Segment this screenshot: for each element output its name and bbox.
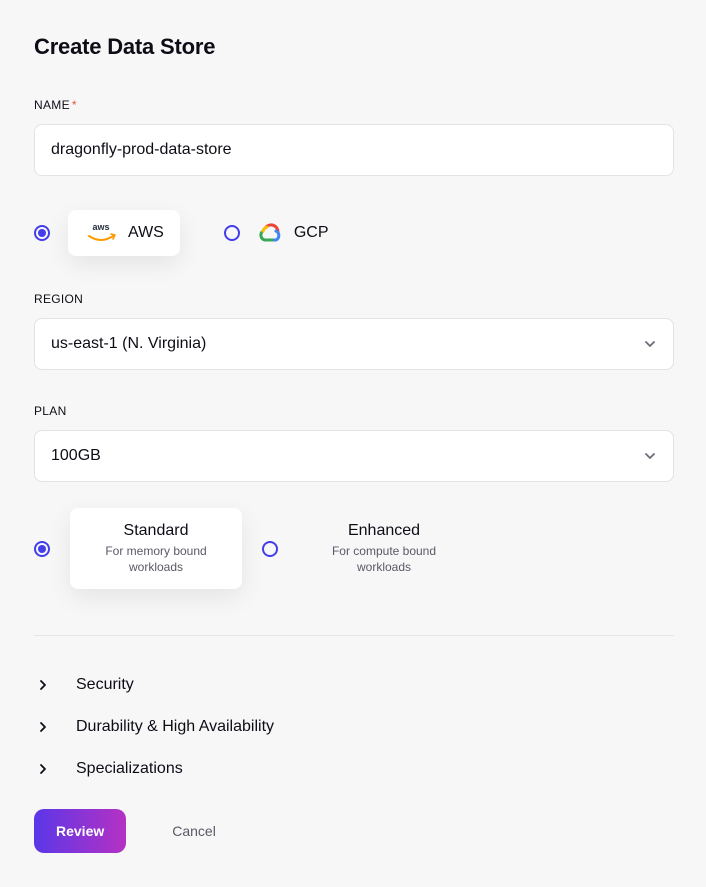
name-label: NAME [34, 98, 70, 112]
chevron-right-icon [34, 763, 52, 775]
svg-text:aws: aws [92, 222, 109, 232]
aws-radio[interactable] [34, 225, 50, 241]
accordion-label: Specializations [76, 760, 183, 778]
enhanced-title: Enhanced [308, 522, 460, 540]
name-field-block: NAME* [34, 98, 672, 176]
cloud-provider-row: aws AWS GCP [34, 210, 672, 256]
region-label: REGION [34, 292, 672, 306]
plan-field-block: PLAN 100GB [34, 404, 672, 482]
aws-icon: aws [84, 222, 118, 244]
chevron-down-icon [643, 337, 657, 351]
review-button[interactable]: Review [34, 809, 126, 853]
divider [34, 635, 674, 636]
chevron-right-icon [34, 679, 52, 691]
accordion: Security Durability & High Availability … [34, 664, 672, 790]
cancel-button[interactable]: Cancel [172, 823, 216, 839]
required-marker: * [72, 98, 77, 112]
aws-option[interactable]: aws AWS [68, 210, 180, 256]
tier-row: Standard For memory bound workloads Enha… [34, 508, 672, 589]
standard-option[interactable]: Standard For memory bound workloads [70, 508, 242, 589]
page-title: Create Data Store [34, 34, 672, 60]
enhanced-radio[interactable] [262, 541, 278, 557]
chevron-right-icon [34, 721, 52, 733]
aws-label: AWS [128, 224, 164, 242]
standard-radio[interactable] [34, 541, 50, 557]
gcp-icon [258, 223, 282, 243]
name-label-row: NAME* [34, 98, 672, 112]
enhanced-subtitle: For compute bound workloads [308, 544, 460, 575]
standard-title: Standard [80, 522, 232, 540]
chevron-down-icon [643, 449, 657, 463]
accordion-label: Durability & High Availability [76, 718, 274, 736]
plan-select[interactable]: 100GB [34, 430, 674, 482]
enhanced-option[interactable]: Enhanced For compute bound workloads [298, 508, 470, 589]
accordion-item-specializations[interactable]: Specializations [34, 748, 674, 790]
plan-label: PLAN [34, 404, 672, 418]
standard-subtitle: For memory bound workloads [80, 544, 232, 575]
plan-value: 100GB [51, 447, 101, 465]
gcp-radio[interactable] [224, 225, 240, 241]
region-value: us-east-1 (N. Virginia) [51, 335, 206, 353]
gcp-option[interactable]: GCP [258, 213, 329, 253]
accordion-item-security[interactable]: Security [34, 664, 674, 706]
name-input[interactable] [34, 124, 674, 176]
accordion-label: Security [76, 676, 134, 694]
region-select[interactable]: us-east-1 (N. Virginia) [34, 318, 674, 370]
accordion-item-durability[interactable]: Durability & High Availability [34, 706, 674, 748]
footer: Review Cancel [34, 809, 216, 853]
region-field-block: REGION us-east-1 (N. Virginia) [34, 292, 672, 370]
gcp-label: GCP [294, 224, 329, 242]
